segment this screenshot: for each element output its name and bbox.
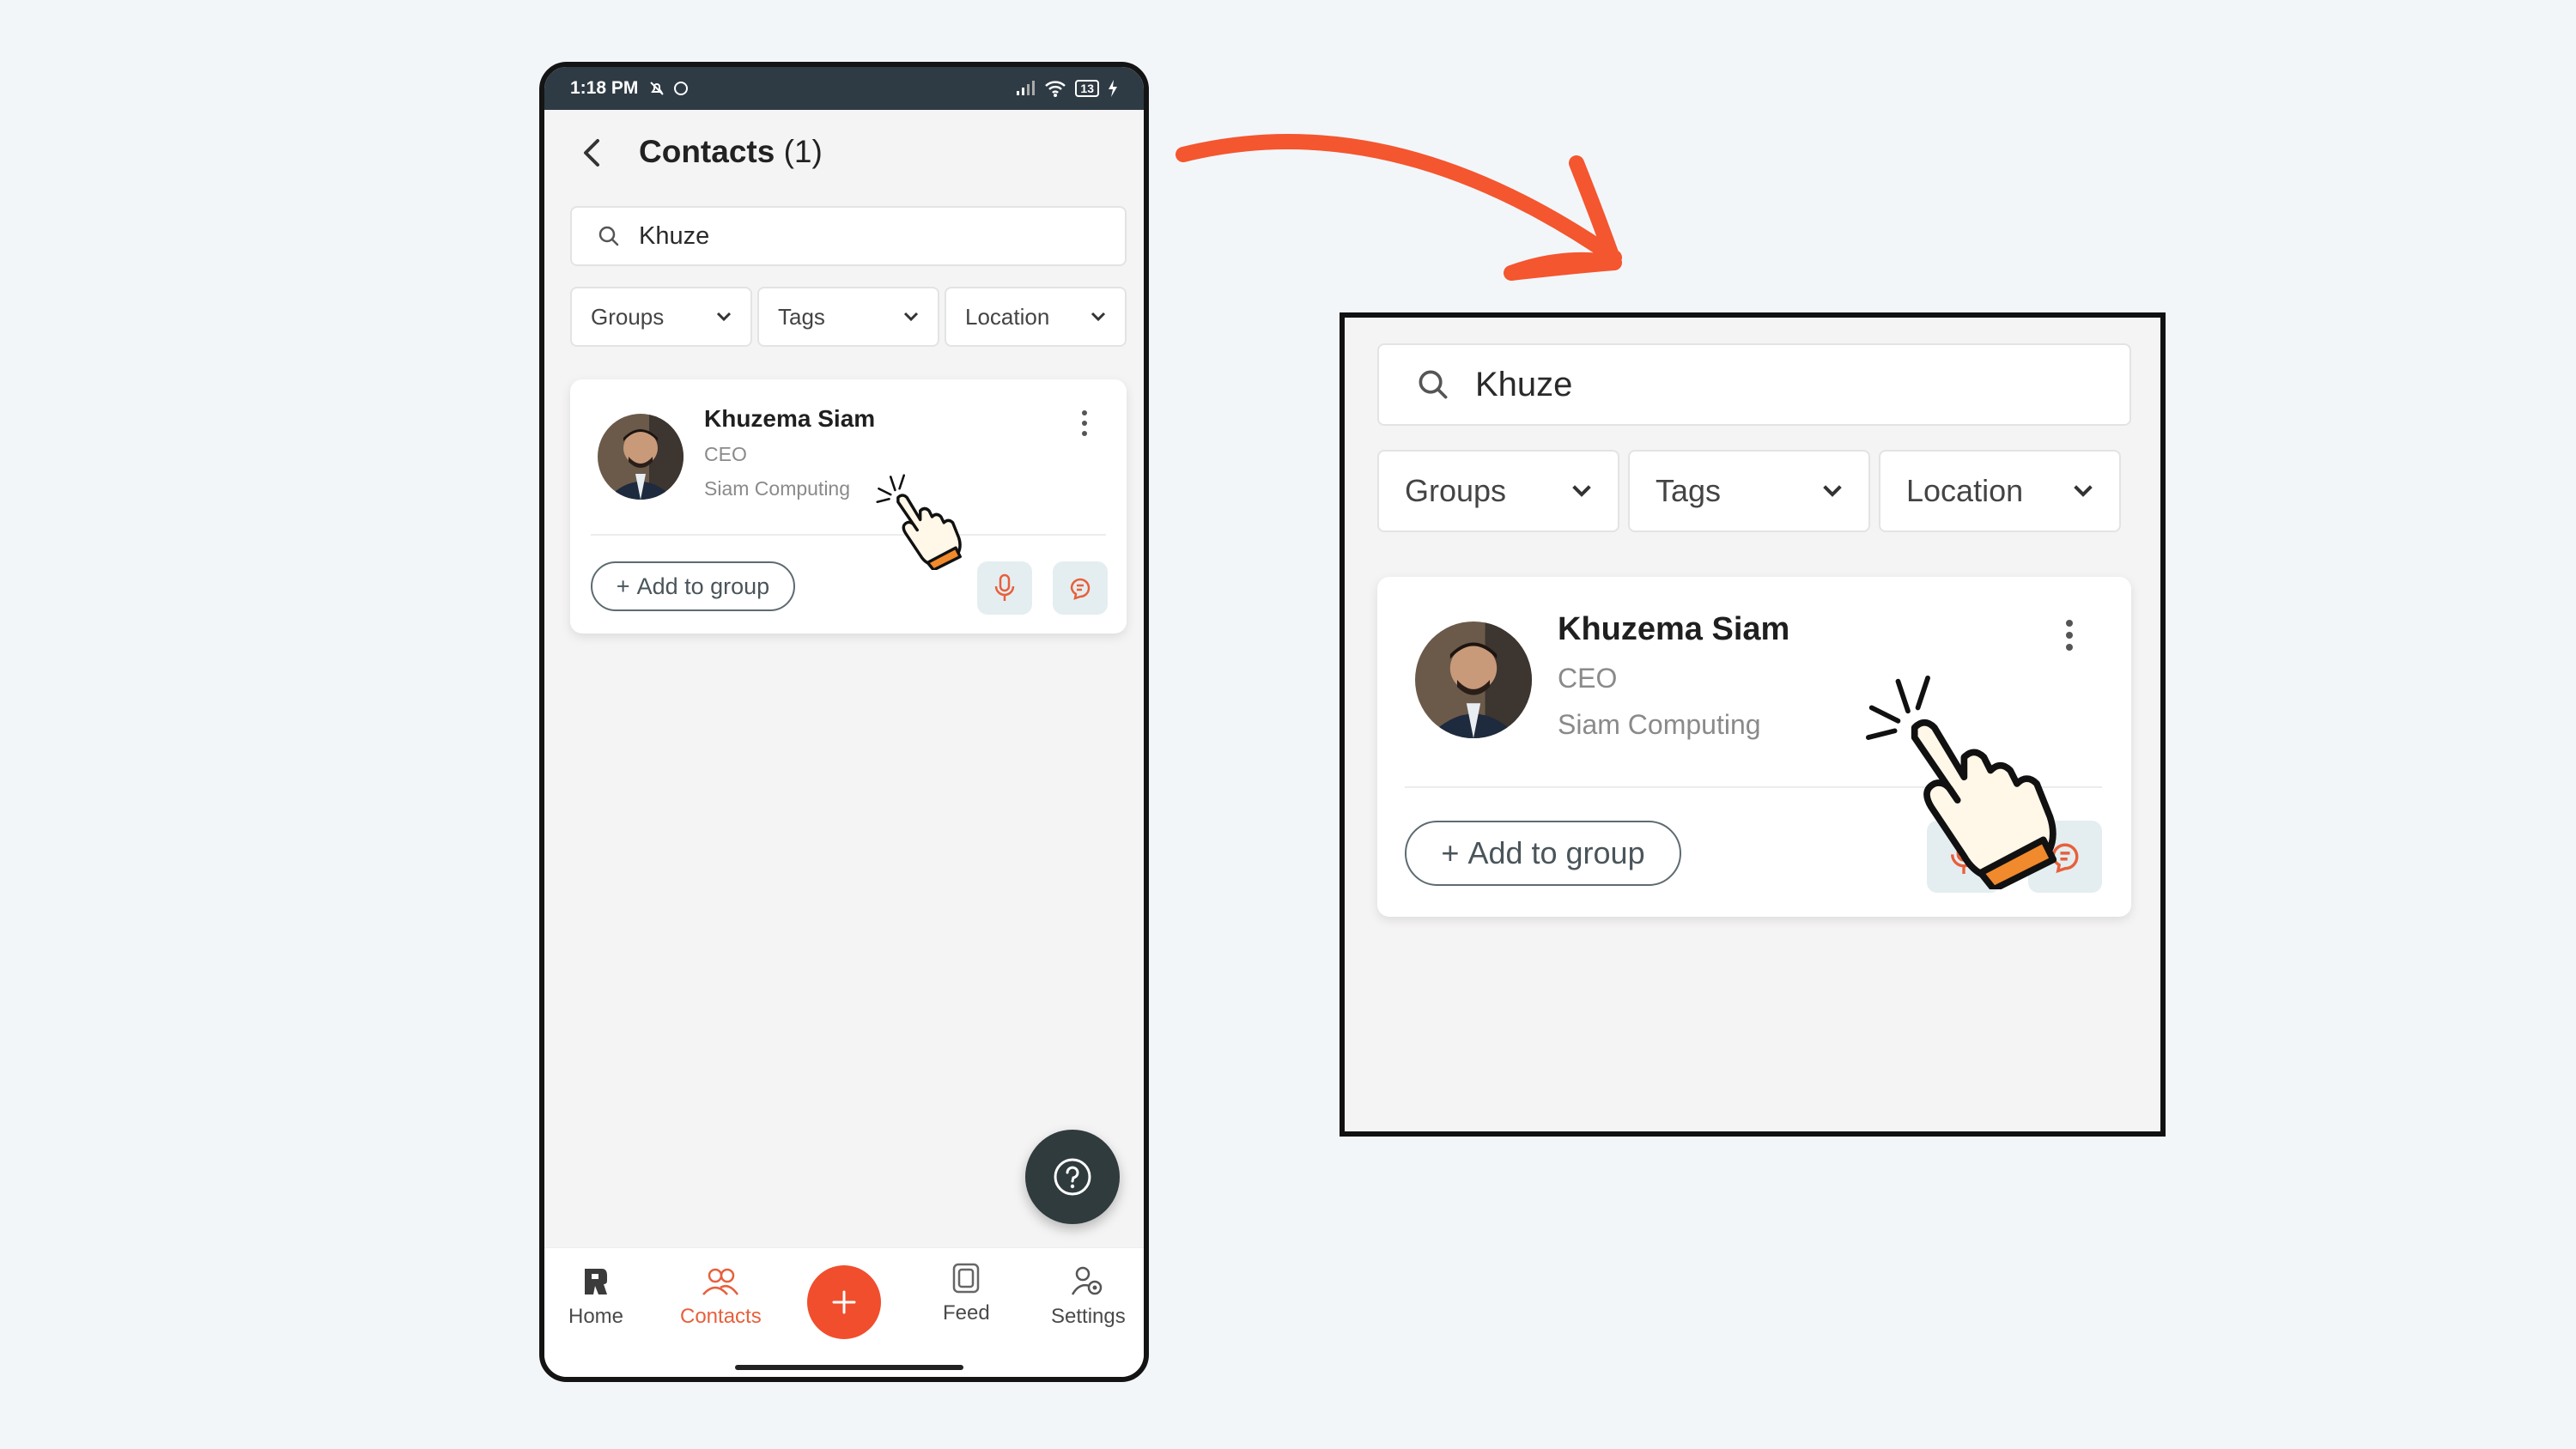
more-vert-icon[interactable] — [2064, 620, 2075, 651]
filter-location[interactable]: Location — [1879, 450, 2121, 532]
add-to-group-button[interactable]: + Add to group — [1405, 821, 1681, 886]
plus-icon: + — [1441, 835, 1460, 870]
filter-tags[interactable]: Tags — [1628, 450, 1870, 532]
filter-groups[interactable]: Groups — [1377, 450, 1619, 532]
contact-role: CEO — [1558, 663, 1618, 694]
chevron-down-icon — [1572, 485, 1591, 497]
filter-location-label: Location — [1906, 473, 2024, 508]
chevron-down-icon — [2074, 485, 2093, 497]
search-value: Khuze — [1475, 365, 1573, 403]
search-input[interactable]: Khuze — [1377, 343, 2131, 426]
pointer-hand-icon — [1865, 675, 2057, 889]
contact-company: Siam Computing — [1558, 709, 1761, 740]
avatar — [1415, 621, 1532, 738]
filter-tags-label: Tags — [1656, 473, 1722, 508]
search-icon — [1419, 370, 1448, 399]
add-to-group-label: Add to group — [1467, 835, 1645, 870]
callout-arrow — [1176, 134, 1622, 281]
chevron-down-icon — [1823, 485, 1842, 497]
zoom-panel: Khuze Groups Tags Location Khuzema Siam … — [1340, 312, 2166, 1137]
contact-name: Khuzema Siam — [1558, 611, 1790, 647]
filter-groups-label: Groups — [1405, 473, 1507, 508]
